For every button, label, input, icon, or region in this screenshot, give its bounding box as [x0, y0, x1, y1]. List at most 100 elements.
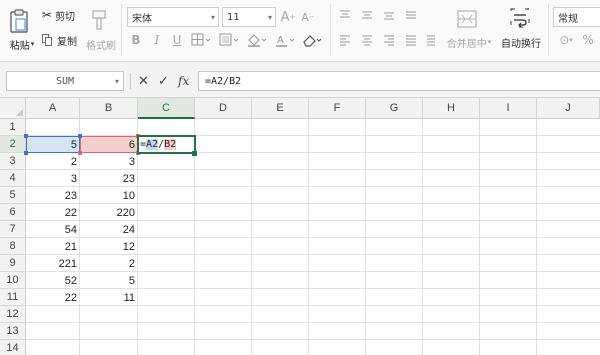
row-header[interactable]: 10: [0, 272, 26, 289]
distributed-icon[interactable]: [424, 33, 438, 47]
column-header[interactable]: D: [195, 98, 252, 119]
increase-font-icon[interactable]: A +: [280, 8, 296, 26]
cell-a5[interactable]: 23: [26, 187, 80, 204]
cell-b4[interactable]: 23: [80, 170, 138, 187]
font-size-select[interactable]: 11 ▾: [222, 7, 276, 27]
column-header[interactable]: F: [309, 98, 366, 119]
ribbon-separator: [548, 4, 549, 56]
clipboard-icon: [10, 9, 28, 33]
chevron-down-icon: ▾: [487, 38, 492, 46]
column-header[interactable]: A: [26, 98, 80, 119]
wrap-text-icon[interactable]: [508, 6, 532, 30]
cell-style-icon[interactable]: [218, 32, 240, 48]
cell-a6[interactable]: 22: [26, 204, 80, 221]
copy-icon: [42, 34, 53, 46]
bold-button[interactable]: B: [129, 33, 143, 47]
row-header[interactable]: 5: [0, 187, 26, 204]
decrease-font-icon[interactable]: A −: [300, 8, 316, 26]
enter-icon[interactable]: ✓: [158, 71, 169, 91]
cut-button[interactable]: ✂ 剪切: [42, 8, 75, 23]
cell-a10[interactable]: 52: [26, 272, 80, 289]
align-top-icon[interactable]: [338, 8, 352, 22]
column-header[interactable]: I: [480, 98, 537, 119]
row-header[interactable]: 6: [0, 204, 26, 221]
align-middle-icon[interactable]: [360, 8, 374, 22]
formula-bar-separator: [130, 73, 131, 89]
select-all-button[interactable]: [0, 98, 26, 119]
fill-handle[interactable]: [192, 151, 197, 156]
formula-input[interactable]: =A2/B2: [198, 71, 600, 91]
percent-icon[interactable]: %: [580, 32, 596, 48]
cell-b5[interactable]: 10: [80, 187, 138, 204]
row-header[interactable]: 9: [0, 255, 26, 272]
align-left-icon[interactable]: [338, 33, 352, 47]
copy-button[interactable]: 复制: [42, 33, 77, 48]
row-header[interactable]: 4: [0, 170, 26, 187]
cell-a11[interactable]: 22: [26, 289, 80, 306]
cell-a4[interactable]: 3: [26, 170, 80, 187]
format-painter-label[interactable]: 格式刷: [84, 38, 118, 52]
row-header[interactable]: 7: [0, 221, 26, 238]
font-color-icon[interactable]: A: [274, 32, 296, 48]
align-bottom-icon[interactable]: [382, 8, 396, 22]
cell-b9[interactable]: 2: [80, 255, 138, 272]
cell-b3[interactable]: 3: [80, 153, 138, 170]
font-name-select[interactable]: 宋体 ▾: [127, 7, 219, 27]
column-header[interactable]: H: [423, 98, 480, 119]
italic-button[interactable]: I: [150, 33, 164, 47]
cell-a9[interactable]: 221: [26, 255, 80, 272]
gridline: [26, 339, 600, 340]
gridline: [26, 322, 600, 323]
justify-icon[interactable]: [404, 33, 418, 47]
cancel-icon[interactable]: ✕: [138, 71, 149, 91]
align-center-icon[interactable]: [360, 33, 374, 47]
orientation-icon[interactable]: [404, 8, 418, 22]
cell-b7[interactable]: 24: [80, 221, 138, 238]
column-header[interactable]: J: [537, 98, 600, 119]
paste-button[interactable]: [6, 6, 32, 36]
merge-center-button[interactable]: 合并居中 ▾: [445, 36, 493, 50]
row-header[interactable]: 8: [0, 238, 26, 255]
align-right-icon[interactable]: [382, 33, 396, 47]
currency-icon[interactable]: ⊙ ▾: [554, 32, 578, 48]
name-box[interactable]: SUM ▾: [6, 71, 124, 91]
cell-a3[interactable]: 2: [26, 153, 80, 170]
cell-a8[interactable]: 21: [26, 238, 80, 255]
paste-dropdown-icon: ▾: [30, 40, 35, 48]
row-header[interactable]: 13: [0, 323, 26, 340]
column-header[interactable]: G: [366, 98, 423, 119]
eraser-icon[interactable]: [300, 32, 324, 48]
row-header[interactable]: 11: [0, 289, 26, 306]
cell-a2[interactable]: 5: [26, 136, 80, 153]
cell-b8[interactable]: 12: [80, 238, 138, 255]
cell-b10[interactable]: 5: [80, 272, 138, 289]
ribbon-separator: [330, 4, 331, 56]
fx-icon[interactable]: fx: [178, 71, 189, 91]
paste-label[interactable]: 粘贴 ▾: [5, 38, 39, 52]
row-header[interactable]: 12: [0, 306, 26, 323]
cell-a7[interactable]: 54: [26, 221, 80, 238]
number-format-select[interactable]: 常规: [553, 7, 600, 27]
row-header[interactable]: 1: [0, 119, 26, 136]
chevron-down-icon: ▾: [114, 77, 119, 86]
row-header[interactable]: 3: [0, 153, 26, 170]
cell-b11[interactable]: 11: [80, 289, 138, 306]
column-header-selected[interactable]: C: [138, 98, 195, 119]
merge-center-icon[interactable]: [455, 8, 479, 30]
cell-b2[interactable]: 6: [80, 136, 138, 153]
fill-color-icon[interactable]: [246, 32, 268, 48]
row-header[interactable]: 14: [0, 340, 26, 355]
cell-b6[interactable]: 220: [80, 204, 138, 221]
svg-text:A: A: [277, 35, 284, 46]
column-header[interactable]: E: [252, 98, 309, 119]
formula-ref-b2: B2: [164, 139, 177, 150]
chevron-down-icon: ▾: [267, 13, 272, 22]
spreadsheet-grid[interactable]: A B C D E F G H I J 1 2 3 4 5 6 7 8 9 10…: [0, 98, 600, 355]
wrap-text-button[interactable]: 自动换行: [500, 36, 542, 50]
active-cell-editor[interactable]: = A2/B2: [137, 135, 196, 154]
column-header[interactable]: B: [80, 98, 138, 119]
row-header-selected[interactable]: 2: [0, 136, 26, 153]
underline-button[interactable]: U: [170, 33, 184, 47]
format-painter-icon[interactable]: [88, 8, 110, 32]
border-icon[interactable]: [190, 32, 212, 48]
